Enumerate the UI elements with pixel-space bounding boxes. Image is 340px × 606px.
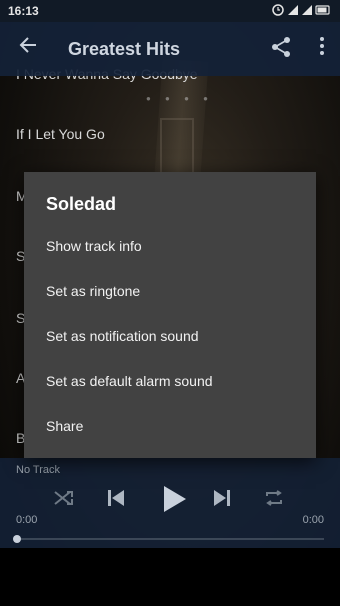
signal-battery-icon: [272, 4, 330, 16]
more-options-icon[interactable]: [316, 36, 328, 60]
play-icon[interactable]: [156, 482, 190, 516]
app-toolbar: Greatest Hits: [0, 22, 340, 76]
status-bar: 16:13: [0, 0, 340, 22]
elapsed-time: 0:00: [16, 514, 38, 526]
share-icon[interactable]: [270, 36, 294, 60]
dialog-title: Soledad: [46, 194, 117, 214]
repeat-icon[interactable]: [262, 486, 290, 514]
back-arrow-icon[interactable]: [14, 34, 42, 62]
set-as-ringtone-option[interactable]: Set as ringtone: [24, 271, 316, 311]
set-as-alarm-sound-option[interactable]: Set as default alarm sound: [24, 361, 316, 401]
app-screen: 16:13 I Never Wanna Say Goodbye ● ● ● ● …: [0, 0, 340, 606]
show-track-info-option[interactable]: Show track info: [24, 226, 316, 266]
status-time: 16:13: [8, 4, 39, 18]
share-option[interactable]: Share: [24, 406, 316, 446]
seek-bar[interactable]: [13, 535, 324, 543]
now-playing-label: No Track: [16, 464, 61, 476]
set-as-notification-sound-option[interactable]: Set as notification sound: [24, 316, 316, 356]
track-item-2[interactable]: If I Let You Go: [16, 126, 105, 142]
shuffle-icon[interactable]: [52, 486, 80, 514]
seek-bar-handle[interactable]: [13, 535, 21, 543]
page-indicator: ● ● ● ●: [146, 94, 214, 103]
track-options-dialog: Soledad Show track info Set as ringtone …: [24, 172, 316, 458]
player-panel: No Track 0:00 0:00: [0, 458, 340, 548]
previous-track-icon[interactable]: [104, 486, 132, 514]
next-track-icon[interactable]: [210, 486, 238, 514]
status-icons: [272, 3, 332, 20]
total-time: 0:00: [302, 514, 324, 526]
bottom-area: [0, 548, 340, 606]
page-title: Greatest Hits: [68, 39, 181, 59]
